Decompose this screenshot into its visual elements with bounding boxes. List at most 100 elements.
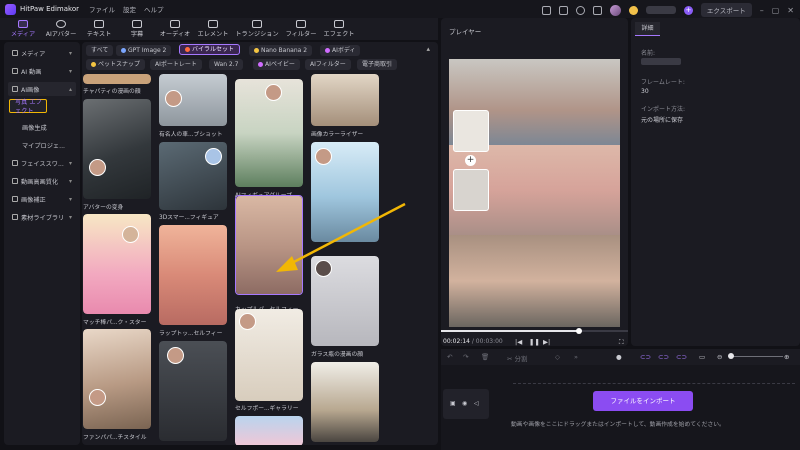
sidebar-item-photo-effect[interactable]: 写真 エフェクト [9, 99, 47, 115]
effect-tile[interactable] [159, 142, 227, 210]
tab-effect[interactable]: エフェクト [320, 20, 358, 40]
effect-tile[interactable] [159, 74, 227, 126]
layout-icon[interactable] [541, 5, 551, 15]
effect-tile[interactable] [311, 362, 379, 442]
tile-thumbnail [83, 99, 151, 199]
filter-chip-gpt-image[interactable]: GPT Image 2 [116, 45, 172, 56]
delete-icon[interactable]: 🗑 [481, 353, 489, 361]
effect-gallery: すべて GPT Image 2 バイラルセット Nano Banana 2 AI… [82, 42, 438, 445]
filter-chip-pet-snap[interactable]: ペットスナップ [86, 59, 146, 70]
tab-filter[interactable]: フィルター [282, 20, 320, 40]
sidebar-item-my-project[interactable]: マイプロジェ... [8, 138, 76, 152]
magnet-icon[interactable]: ⊂⊃ [658, 353, 669, 361]
face-thumbnail [265, 84, 282, 101]
forward-icon[interactable]: » [574, 353, 578, 361]
zoom-slider-handle[interactable] [728, 353, 734, 359]
app-logo [5, 3, 16, 15]
tab-transition[interactable]: トランジション [232, 20, 282, 40]
speaker-icon[interactable]: ◁ [474, 400, 479, 407]
menu-icon[interactable] [592, 5, 602, 15]
add-credits-button[interactable]: + [683, 5, 693, 15]
video-hq-icon [12, 178, 18, 184]
undo-icon[interactable]: ↶ [447, 353, 452, 361]
effect-tile[interactable] [159, 341, 227, 441]
download-icon[interactable] [575, 5, 585, 15]
filter-chip-all[interactable]: すべて [86, 45, 114, 56]
banana-icon [254, 48, 259, 53]
filter-chip-ai-baby[interactable]: AIペイビー [253, 59, 300, 70]
source-face-2 [453, 169, 489, 211]
microphone-icon[interactable]: ● [616, 353, 622, 361]
filter-chip-nano-banana[interactable]: Nano Banana 2 [249, 45, 313, 56]
eye-icon[interactable]: ◉ [462, 400, 467, 407]
preview-photo-bottom [449, 235, 620, 327]
name-label: 名前: [641, 50, 656, 57]
effect-tile-selected[interactable] [235, 195, 303, 295]
progress-bar[interactable] [441, 328, 628, 334]
filter-chip-viral-set[interactable]: バイラルセット [179, 44, 241, 55]
sidebar-item-video-hq[interactable]: 動画高画質化 ▾ [8, 174, 76, 188]
menu-settings[interactable]: 設定 [123, 4, 136, 14]
zoom-out-icon[interactable]: ⊖ [717, 353, 722, 361]
tab-text[interactable]: テキスト [80, 20, 118, 40]
effect-tile[interactable] [83, 99, 151, 199]
avatar[interactable] [609, 4, 621, 16]
sidebar-item-image-fix[interactable]: 画像補正 ▾ [8, 192, 76, 206]
filter-chip-ai-body[interactable]: AIボディ [320, 45, 361, 56]
message-icon[interactable] [558, 5, 568, 15]
tab-details[interactable]: 詳細 [635, 22, 660, 36]
minimize-icon[interactable]: – [760, 6, 764, 15]
effect-tile[interactable] [83, 329, 151, 429]
pause-icon[interactable]: ❚❚ [529, 338, 540, 346]
filter-chip-wan[interactable]: Wan 2.7 [209, 59, 244, 70]
tab-element[interactable]: エレメント [194, 20, 232, 40]
effect-tile[interactable] [311, 142, 379, 242]
effect-tile[interactable] [83, 214, 151, 314]
tab-media[interactable]: メディア [4, 20, 42, 40]
zoom-in-icon[interactable]: ⊕ [784, 353, 789, 361]
video-preview[interactable]: + [449, 59, 620, 327]
zoom-slider[interactable] [729, 356, 783, 357]
menu-help[interactable]: ヘルプ [144, 4, 164, 14]
import-file-button[interactable]: ファイルをインポート [593, 391, 693, 411]
tab-subtitle[interactable]: 字幕 [118, 20, 156, 40]
sidebar-item-face-swap[interactable]: フェイススワ... ▾ [8, 156, 76, 170]
next-frame-icon[interactable]: ▶| [543, 338, 550, 346]
maximize-icon[interactable]: ▢ [772, 6, 780, 15]
chevron-up-icon[interactable]: ▴ [426, 45, 430, 53]
shield-icon[interactable]: ◇ [555, 353, 560, 361]
filter-chip-ai-portrait[interactable]: AIポートレート [150, 59, 202, 70]
prev-frame-icon[interactable]: |◀ [515, 338, 522, 346]
effect-tile[interactable] [311, 256, 379, 346]
export-button[interactable]: エクスポート [700, 3, 752, 17]
effect-tile[interactable] [159, 225, 227, 325]
redo-icon[interactable]: ↷ [463, 353, 468, 361]
video-track-icon[interactable]: ▣ [450, 400, 456, 407]
fullscreen-icon[interactable]: ⛶ [619, 338, 624, 347]
tile-thumbnail [83, 214, 151, 314]
effect-tile[interactable] [235, 309, 303, 401]
effect-tile[interactable] [83, 74, 151, 84]
sidebar-item-ai-video[interactable]: AI 動画 ▾ [8, 64, 76, 78]
effect-tile[interactable] [235, 79, 303, 187]
effect-tile[interactable] [311, 74, 379, 126]
link-icon[interactable]: ⊂⊃ [640, 353, 651, 361]
tab-audio[interactable]: オーディオ [156, 20, 194, 40]
drop-hint: 動画や画像をここにドラッグまたはインポートして、動画作成を始めてください。 [511, 422, 725, 428]
close-icon[interactable]: ✕ [787, 6, 794, 15]
snap-icon[interactable]: ⊂⊃ [676, 353, 687, 361]
tab-label: エレメント [197, 31, 229, 38]
tab-ai-avatar[interactable]: AIアバター [42, 20, 80, 40]
filter-chip-ecommerce[interactable]: 電子商取引 [357, 59, 398, 70]
sidebar-item-media[interactable]: メディア ▾ [8, 46, 76, 60]
fit-icon[interactable]: ▭ [699, 353, 705, 361]
menu-file[interactable]: ファイル [89, 4, 115, 14]
sidebar-item-image-gen[interactable]: 画像生成 [8, 120, 76, 134]
effect-tile[interactable] [235, 416, 303, 445]
sidebar-item-library[interactable]: 素材ライブラリ ▾ [8, 210, 76, 224]
filter-chip-ai-filter[interactable]: AIフィルター [305, 59, 351, 70]
face-thumbnail [122, 226, 139, 243]
progress-handle[interactable] [576, 328, 583, 334]
split-button[interactable]: ✂ 分割 [507, 353, 528, 363]
sidebar-item-ai-image[interactable]: AI画像 ▴ [8, 82, 76, 96]
